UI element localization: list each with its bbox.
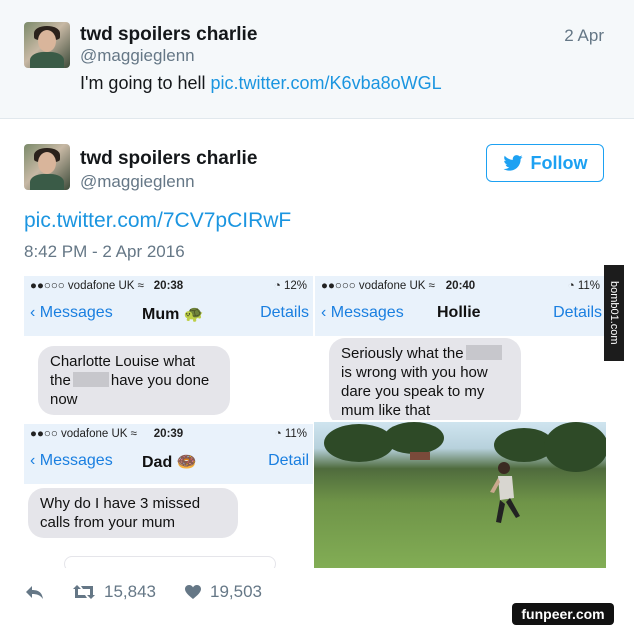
pic-link[interactable]: pic.twitter.com/K6vba8oWGL [211, 73, 442, 93]
ios-nav-bar: ●●○○○ vodafone UK ≈ 20:40 ◔ 11% ‹ Messag… [315, 276, 606, 336]
carrier-label: ●●○○○ vodafone UK ≈ [321, 280, 435, 292]
status-time: 20:39 [153, 428, 184, 440]
message-line: have you done [110, 372, 210, 389]
avatar[interactable] [24, 144, 70, 190]
status-bar: ●●○○ vodafone UK ≈ 20:39 ◔ 11% [30, 428, 307, 440]
like-count: 19,503 [210, 582, 262, 601]
details-link: Details [553, 304, 602, 321]
redaction-block [72, 372, 109, 387]
author-handle[interactable]: @maggieglenn [80, 172, 195, 192]
battery-indicator: ◔ 12% [273, 280, 307, 292]
message-line: now [50, 391, 78, 408]
back-label: Messages [39, 452, 113, 469]
back-button: ‹ Messages [321, 304, 404, 321]
battery-indicator: ◔ 11% [274, 428, 307, 440]
tweet-text-body: I'm going to hell [80, 73, 211, 93]
author-handle[interactable]: @maggieglenn [80, 46, 195, 66]
corner-watermark: funpeer.com [512, 603, 614, 625]
message-line: the [50, 372, 71, 389]
contact-name: Dad 🍩 [142, 454, 197, 471]
carrier-label: ●●○○○ vodafone UK ≈ [30, 280, 144, 292]
author-name[interactable]: twd spoilers charlie [80, 24, 257, 46]
sms-screenshot-mum: ●●○○○ vodafone UK ≈ 20:38 ◔ 12% ‹ Messag… [24, 276, 313, 422]
message-line: mum like that [341, 402, 431, 419]
running-person [490, 462, 520, 523]
redaction-block [465, 345, 502, 360]
tweet-media[interactable]: ●●○○○ vodafone UK ≈ 20:38 ◔ 12% ‹ Messag… [24, 276, 606, 568]
status-bar: ●●○○○ vodafone UK ≈ 20:38 ◔ 12% [30, 280, 307, 292]
pic-link[interactable]: pic.twitter.com/7CV7pCIRwF [24, 209, 291, 233]
bird-icon [502, 155, 523, 171]
message-line: Seriously what the [341, 345, 464, 362]
reply-button[interactable] [24, 584, 44, 600]
battery-indicator: ◔ 11% [567, 280, 600, 292]
reply-icon [26, 586, 43, 599]
heart-icon [185, 585, 201, 599]
back-button: ‹ Messages [30, 304, 113, 321]
message-line: Charlotte Louise what [50, 353, 196, 370]
tweet-text: I'm going to hell pic.twitter.com/K6vba8… [80, 73, 442, 94]
message-bubble: Why do I have 3 missed calls from your m… [28, 488, 238, 538]
follow-label: Follow [530, 152, 588, 173]
status-bar: ●●○○○ vodafone UK ≈ 20:40 ◔ 11% [321, 280, 600, 292]
avatar[interactable] [24, 22, 70, 68]
meadow-photo [314, 422, 606, 568]
quoted-tweet[interactable]: twd spoilers charlie @maggieglenn 2 Apr … [0, 0, 634, 119]
details-link: Details [260, 304, 309, 321]
tweet-timestamp[interactable]: 8:42 PM - 2 Apr 2016 [24, 242, 185, 262]
back-button: ‹ Messages [30, 452, 113, 469]
retweet-icon [73, 585, 95, 599]
sms-screenshot-hollie: ●●○○○ vodafone UK ≈ 20:40 ◔ 11% ‹ Messag… [315, 276, 606, 420]
follow-button[interactable]: Follow [486, 144, 604, 182]
message-line: is wrong with you how [341, 364, 488, 381]
contact-name: Mum 🐢 [142, 306, 204, 323]
status-time: 20:40 [445, 280, 476, 292]
building [410, 452, 430, 460]
tweet-date[interactable]: 2 Apr [564, 26, 604, 46]
ios-nav-bar: ●●○○○ vodafone UK ≈ 20:38 ◔ 12% ‹ Messag… [24, 276, 313, 336]
retweet-button[interactable]: 15,843 [72, 582, 156, 602]
message-line: dare you speak to my [341, 383, 485, 400]
message-bubble: Charlotte Louise what the have you done n… [38, 346, 230, 415]
message-line: Why do I have 3 missed [40, 495, 201, 512]
back-label: Messages [330, 304, 404, 321]
back-label: Messages [39, 304, 113, 321]
status-time: 20:38 [153, 280, 184, 292]
author-name[interactable]: twd spoilers charlie [80, 148, 257, 170]
message-line: calls from your mum [40, 514, 176, 531]
message-bubble: Seriously what the is wrong with you how… [329, 338, 521, 420]
like-button[interactable]: 19,503 [184, 582, 262, 602]
side-watermark: bomb01.com [604, 265, 624, 361]
details-link: Detail [268, 452, 309, 469]
contact-name: Hollie [437, 304, 481, 321]
reply-bubble-partial [64, 556, 276, 568]
tweet-actions: 15,843 19,503 [24, 582, 290, 602]
carrier-label: ●●○○ vodafone UK ≈ [30, 428, 137, 440]
retweet-count: 15,843 [104, 582, 156, 601]
ios-nav-bar: ●●○○ vodafone UK ≈ 20:39 ◔ 11% ‹ Message… [24, 424, 313, 484]
sms-screenshot-dad: ●●○○ vodafone UK ≈ 20:39 ◔ 11% ‹ Message… [24, 424, 313, 568]
